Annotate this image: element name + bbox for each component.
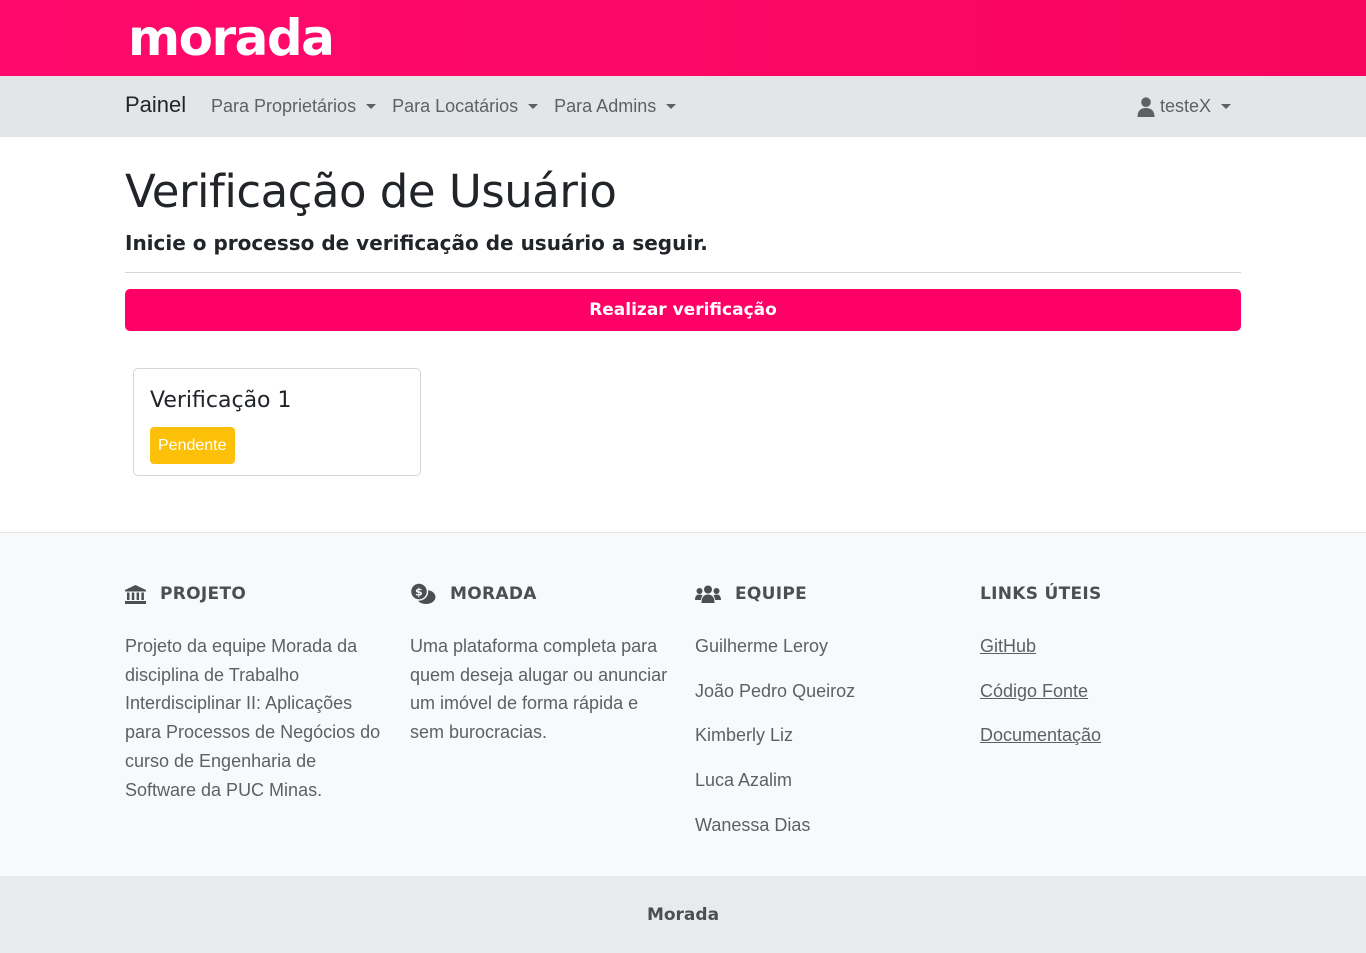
status-badge: Pendente — [150, 427, 235, 464]
footer-heading-text: PROJETO — [160, 584, 247, 604]
verification-card[interactable]: Verificação 1 Pendente — [133, 368, 421, 476]
money-chat-icon: $ — [410, 583, 436, 604]
documentacao-link[interactable]: Documentação — [980, 725, 1101, 745]
footer-links-column: LINKS ÚTEIS GitHub Código Fonte Document… — [980, 582, 1240, 766]
link-item: Documentação — [980, 721, 1240, 749]
nav-menu: Para Proprietários Para Locatários Para … — [211, 76, 692, 137]
nav-dropdown-label: Para Locatários — [392, 96, 519, 116]
nav-dropdown-label: Para Admins — [554, 96, 657, 116]
footer-project-column: PROJETO Projeto da equipe Morada da disc… — [125, 582, 385, 804]
users-icon — [695, 585, 721, 603]
caret-down-icon — [1221, 104, 1232, 109]
footer: PROJETO Projeto da equipe Morada da disc… — [0, 532, 1366, 876]
navbar: Painel Para Proprietários Para Locatário… — [0, 76, 1366, 137]
user-name: testeX — [1160, 96, 1212, 116]
team-member: Kimberly Liz — [695, 725, 794, 746]
footer-heading-text: MORADA — [450, 584, 537, 604]
brand-header: morada — [0, 0, 1366, 76]
morada-logo[interactable]: morada — [128, 6, 335, 70]
nav-dropdown-proprietarios[interactable]: Para Proprietários — [211, 96, 377, 117]
team-member: Luca Azalim — [695, 770, 793, 791]
copyright-text: Morada — [646, 904, 720, 925]
footer-heading-text: LINKS ÚTEIS — [980, 584, 1102, 604]
link-item: Código Fonte — [980, 677, 1240, 705]
footer-morada-text: Uma plataforma completa para quem deseja… — [410, 636, 668, 743]
team-member: Guilherme Leroy — [695, 636, 829, 656]
github-link[interactable]: GitHub — [980, 636, 1036, 656]
nav-dropdown-label: Para Proprietários — [211, 96, 357, 116]
caret-down-icon — [366, 104, 377, 109]
bank-icon — [125, 584, 146, 604]
caret-down-icon — [666, 104, 677, 109]
verification-card-title: Verificação 1 — [150, 388, 292, 413]
footer-links-heading: LINKS ÚTEIS — [980, 582, 1240, 606]
nav-dropdown-locatarios[interactable]: Para Locatários — [392, 96, 539, 117]
footer-team-column: EQUIPE Guilherme Leroy João Pedro Queiro… — [695, 582, 955, 855]
nav-dropdown-admins[interactable]: Para Admins — [554, 96, 677, 117]
team-list: Guilherme Leroy João Pedro Queiroz Kimbe… — [695, 632, 955, 839]
footer-heading-text: EQUIPE — [735, 584, 808, 604]
link-item: GitHub — [980, 632, 1240, 660]
footer-morada-heading: $ MORADA — [410, 582, 670, 606]
codigo-fonte-link[interactable]: Código Fonte — [980, 681, 1088, 701]
footer-project-heading: PROJETO — [125, 582, 385, 606]
user-menu-dropdown[interactable]: testeX — [1137, 76, 1232, 137]
page-title: Verificação de Usuário — [125, 165, 617, 218]
user-icon — [1137, 96, 1155, 117]
useful-links-list: GitHub Código Fonte Documentação — [980, 632, 1240, 749]
page-subtitle: Inicie o processo de verificação de usuá… — [125, 231, 708, 255]
svg-text:$: $ — [415, 586, 423, 599]
footer-project-text: Projeto da equipe Morada da disciplina d… — [125, 636, 381, 800]
realizar-verificacao-button[interactable]: Realizar verificação — [125, 289, 1241, 331]
team-member: Wanessa Dias — [695, 814, 811, 835]
footer-morada-column: $ MORADA Uma plataforma completa para qu… — [410, 582, 670, 747]
footer-team-heading: EQUIPE — [695, 582, 955, 606]
team-member: João Pedro Queiroz — [695, 680, 856, 701]
copyright-bar: Morada — [0, 876, 1366, 953]
nav-brand-painel[interactable]: Painel — [125, 90, 186, 120]
divider — [125, 272, 1241, 273]
caret-down-icon — [528, 104, 539, 109]
